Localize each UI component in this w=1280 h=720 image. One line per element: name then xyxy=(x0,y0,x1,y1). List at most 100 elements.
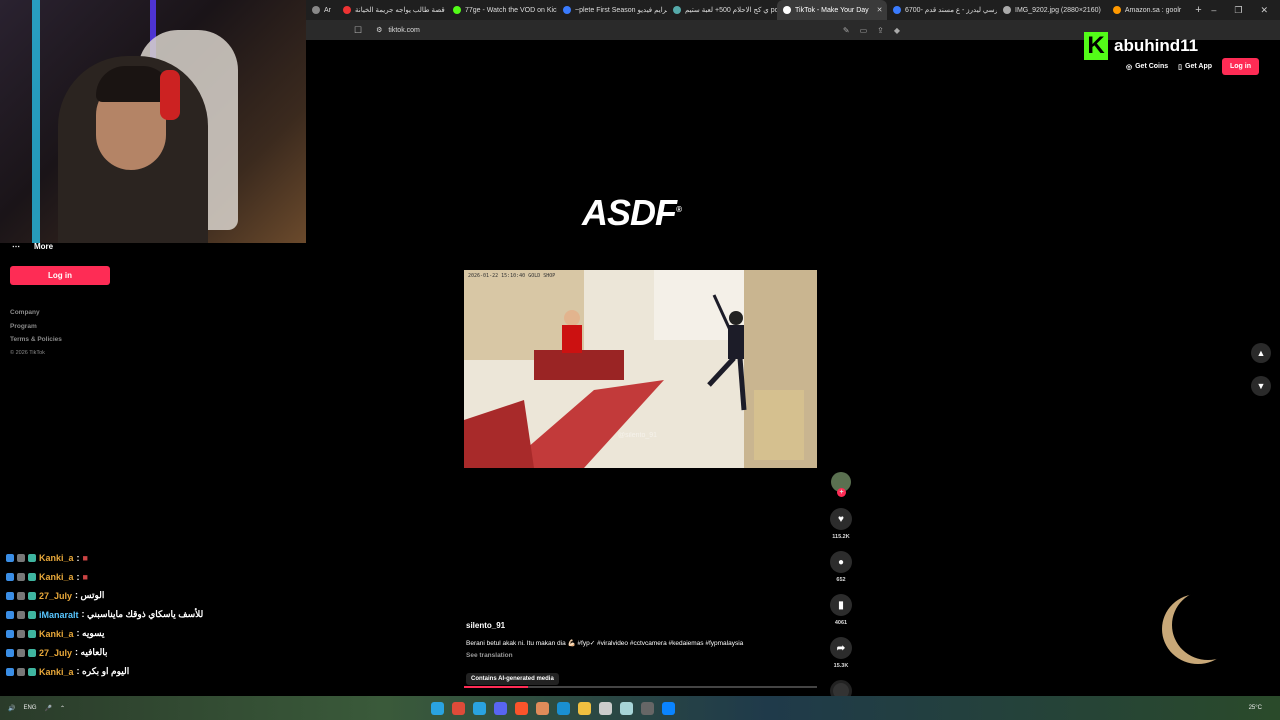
lang-indicator[interactable]: ENG xyxy=(23,705,36,711)
chat-username[interactable]: Kanki_a xyxy=(39,629,74,639)
chat-username[interactable]: Kanki_a xyxy=(39,572,74,582)
comment-icon[interactable]: ● xyxy=(830,551,852,573)
telegram-icon[interactable] xyxy=(431,701,445,715)
tab-favicon-icon xyxy=(343,6,351,14)
sidebar-more[interactable]: ⋯ More xyxy=(12,242,53,251)
url-field[interactable]: ⚙ tiktok.com xyxy=(376,26,420,35)
chat-username[interactable]: 27_July xyxy=(39,591,72,601)
video-player[interactable]: 2026-01-22 15:10:40 GOLD SHOP @silento_9… xyxy=(464,270,817,468)
chat-text: : للأسف ياسكاي ذوقك مايناسبني xyxy=(81,609,204,619)
robber-body xyxy=(728,325,744,359)
bookmark-save-icon[interactable]: ▮ xyxy=(830,594,852,616)
video-progress-bar[interactable] xyxy=(464,686,817,688)
browser-tab[interactable]: 6700- كرسي ليدرز - ع مسند قدم xyxy=(887,0,997,20)
footer-company[interactable]: Company xyxy=(10,306,62,320)
browser-tab[interactable]: 77ge - Watch the VOD on Kick xyxy=(447,0,557,20)
browser-tab[interactable]: ~plete First Season برايم فيديو xyxy=(557,0,667,20)
get-coins-button[interactable]: ◎ Get Coins xyxy=(1126,63,1168,71)
chat-text: : يسويه xyxy=(76,628,105,638)
browser-tab[interactable]: Ar xyxy=(306,0,337,20)
chat-username[interactable]: iManaralt xyxy=(39,610,79,620)
get-app-button[interactable]: ▯ Get App xyxy=(1178,63,1212,71)
chat-username[interactable]: Kanki_a xyxy=(39,667,74,677)
restore-icon[interactable]: ❐ xyxy=(1234,5,1242,16)
video-caption: silento_91 Berani betul akak ni. Itu mak… xyxy=(466,621,816,685)
cast-icon[interactable]: ▭ xyxy=(860,26,868,35)
tab-favicon-icon xyxy=(673,6,681,14)
telegram-2-icon[interactable] xyxy=(473,701,487,715)
ai-generated-badge: Contains AI-generated media xyxy=(466,673,559,685)
like-heart-icon[interactable]: ♥ xyxy=(830,508,852,530)
footer-program[interactable]: Program xyxy=(10,320,62,334)
browser-tab[interactable]: TikTok - Make Your Day ✕ xyxy=(777,0,887,20)
search-icon[interactable] xyxy=(641,701,655,715)
url-text[interactable]: tiktok.com xyxy=(388,27,420,34)
kick-logo-icon: K xyxy=(1084,32,1108,60)
file-explorer-icon[interactable] xyxy=(578,701,592,715)
extension-icon[interactable]: ◆ xyxy=(894,26,900,35)
close-window-icon[interactable]: ✕ xyxy=(1260,5,1268,16)
header-login-button[interactable]: Log in xyxy=(1222,58,1259,75)
toolbar-icons: ✎ ▭ ⇪ ◆ xyxy=(843,26,1280,35)
browser-tab[interactable]: قصة طالب يواجه جريمة الخيانة xyxy=(337,0,447,20)
mic-icon[interactable]: 🎤 xyxy=(45,705,52,712)
minimize-icon[interactable]: – xyxy=(1211,5,1216,16)
bookmark-icon[interactable]: ☐ xyxy=(354,25,362,36)
browser-tab-bar: Ar قصة طالب يواجه جريمة الخيانة 77ge - Wat… xyxy=(306,0,1280,20)
see-translation-link[interactable]: See translation xyxy=(466,652,816,659)
follow-plus-icon[interactable]: + xyxy=(837,488,846,497)
crescent-moon-decoration xyxy=(1162,594,1234,664)
tab-favicon-icon xyxy=(563,6,571,14)
edge-icon[interactable] xyxy=(557,701,571,715)
progress-fill xyxy=(464,686,528,688)
creator-avatar[interactable]: + xyxy=(831,472,851,497)
notes-icon[interactable] xyxy=(599,701,613,715)
chat-badge-icon xyxy=(17,629,25,638)
chat-username[interactable]: 27_July xyxy=(39,648,72,658)
browser-tab[interactable]: ي كج الاحلام 500+ لعبة ستيم pc xyxy=(667,0,777,20)
comment-count: 652 xyxy=(836,577,846,583)
chat-text: : الوتس xyxy=(75,590,105,600)
gold-case xyxy=(754,390,804,460)
tab-label: IMG_9202.jpg (2880×2160) xyxy=(1015,6,1101,14)
next-video-chevron-down-icon[interactable]: ▼ xyxy=(1251,376,1271,396)
chevron-up-icon[interactable]: ⌃ xyxy=(60,705,65,712)
chat-badge-icon xyxy=(6,591,14,600)
video-watermark: @silento_91 xyxy=(618,432,658,439)
new-tab-button[interactable]: + xyxy=(1187,4,1209,16)
brave-icon[interactable] xyxy=(515,701,529,715)
previous-video-chevron-up-icon[interactable]: ▲ xyxy=(1251,343,1271,363)
chat-badge-icon xyxy=(28,572,36,581)
share-icon[interactable]: ⇪ xyxy=(877,26,884,35)
chat-badge-icon xyxy=(28,591,36,600)
chrome-icon[interactable] xyxy=(452,701,466,715)
browser-tab[interactable]: Amazon.sa : goolr xyxy=(1107,0,1187,20)
close-tab-icon[interactable]: ✕ xyxy=(877,6,883,14)
creator-username[interactable]: silento_91 xyxy=(466,621,816,630)
like-count: 115.2K xyxy=(832,534,850,540)
phone-icon: ▯ xyxy=(1178,63,1183,71)
sidebar-login-button[interactable]: Log in xyxy=(10,266,110,285)
volume-icon[interactable]: 🔊 xyxy=(8,705,15,712)
copyright: © 2026 TikTok xyxy=(10,349,45,356)
action-rail: + ♥ 115.2K ● 652 ▮ 4061 ➦ 15.3K xyxy=(826,472,856,702)
wallpaper-icon[interactable] xyxy=(620,701,634,715)
share-arrow-icon[interactable]: ➦ xyxy=(830,637,852,659)
app-icon[interactable] xyxy=(536,701,550,715)
weather-widget[interactable]: 25°C xyxy=(1249,705,1280,711)
save-count: 4061 xyxy=(834,620,848,626)
discord-icon[interactable] xyxy=(494,701,508,715)
chat-badge-icon xyxy=(6,572,14,581)
site-info-icon[interactable]: ⚙ xyxy=(376,26,382,34)
tab-favicon-icon xyxy=(453,6,461,14)
translate-icon[interactable]: ✎ xyxy=(843,26,850,35)
chat-username[interactable]: Kanki_a xyxy=(39,553,74,563)
chat-emote-icon: ■ xyxy=(82,552,88,563)
tab-favicon-icon xyxy=(1112,6,1121,14)
browser-tab[interactable]: IMG_9202.jpg (2880×2160) xyxy=(997,0,1107,20)
start-windows-icon[interactable] xyxy=(662,701,676,715)
chat-text: : بالعافيه xyxy=(75,647,108,657)
chat-message: Kanki_a: ■ xyxy=(6,548,306,567)
chat-text: : اليوم او بكره xyxy=(76,666,130,676)
footer-terms[interactable]: Terms & Policies xyxy=(10,333,62,347)
